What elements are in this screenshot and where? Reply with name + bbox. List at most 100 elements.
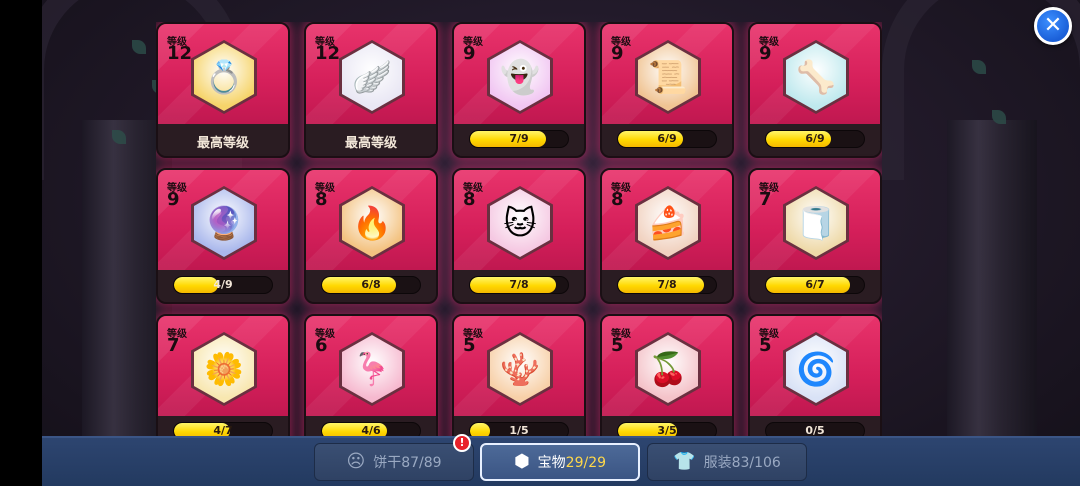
progress-text: 6/8 <box>361 278 381 291</box>
card-header: 等级 5 🌀 <box>750 316 880 416</box>
treasure-card[interactable]: 等级 7 🌼 4/7 <box>156 314 290 436</box>
level-number: 12 <box>167 43 193 64</box>
tab-name: 服装 <box>703 455 732 471</box>
max-level-text: 最高等级 <box>344 136 397 151</box>
card-footer: 6/9 <box>602 124 732 156</box>
tab-label: 饼干87/89 <box>373 452 441 472</box>
treasure-card[interactable]: 等级 12 💍 最高等级 <box>156 22 290 158</box>
treasure-frame: 🍒 <box>635 332 701 406</box>
card-footer: 7/8 <box>454 270 584 302</box>
upgrade-progress-bar: 7/8 <box>617 276 717 294</box>
upgrade-progress-bar: 4/7 <box>173 422 273 436</box>
mummy-treasure-icon: 🧻 <box>786 189 846 257</box>
treasure-card[interactable]: 等级 7 🧻 6/7 <box>748 168 882 304</box>
treasure-frame: 🧻 <box>783 186 849 260</box>
level-number: 9 <box>463 43 476 64</box>
card-header: 等级 6 🦩 <box>306 316 436 416</box>
berry-bouquet-treasure-icon: 🍒 <box>638 335 698 403</box>
cat-balloon-treasure-icon: 🐱 <box>490 189 550 257</box>
progress-text: 4/6 <box>361 424 381 436</box>
treasure-frame: 💍 <box>191 40 257 114</box>
level-number: 6 <box>315 335 328 356</box>
card-header: 等级 8 🔥 <box>306 170 436 270</box>
card-footer: 7/9 <box>454 124 584 156</box>
vine-leaf <box>972 60 986 74</box>
level-number: 9 <box>167 189 180 210</box>
progress-text: 7/8 <box>509 278 529 291</box>
treasure-card[interactable]: 等级 8 🍰 7/8 <box>600 168 734 304</box>
shirt-icon: 👕 <box>673 451 696 472</box>
tab-name: 宝物 <box>537 455 566 471</box>
treasure-frame: 📜 <box>635 40 701 114</box>
card-header: 等级 5 🍒 <box>602 316 732 416</box>
card-footer: 3/5 <box>602 416 732 436</box>
silver-wing-treasure-icon: 🪽 <box>342 43 402 111</box>
card-footer: 6/9 <box>750 124 880 156</box>
level-number: 8 <box>611 189 624 210</box>
treasure-frame: 🪸 <box>487 332 553 406</box>
card-footer: 4/9 <box>158 270 288 302</box>
bottom-tab-bar: ☹ 饼干87/89! ⬢ 宝物29/29 👕 服装83/106 <box>42 434 1080 486</box>
tab-costumes[interactable]: 👕 服装83/106 <box>647 443 807 481</box>
card-footer: 0/5 <box>750 416 880 436</box>
card-footer: 最高等级 <box>158 124 288 156</box>
vine-leaf <box>112 130 126 144</box>
treasure-frame: 🔮 <box>191 186 257 260</box>
treasure-card[interactable]: 等级 9 📜 6/9 <box>600 22 734 158</box>
close-icon: ✕ <box>1043 13 1063 38</box>
stone-pillar <box>947 120 1037 450</box>
treasure-frame: 🌀 <box>783 332 849 406</box>
level-number: 7 <box>759 189 772 210</box>
upgrade-progress-bar: 3/5 <box>617 422 717 436</box>
upgrade-progress-bar: 6/7 <box>765 276 865 294</box>
treasure-card[interactable]: 等级 12 🪽 最高等级 <box>304 22 438 158</box>
blue-orb-treasure-icon: 🔮 <box>194 189 254 257</box>
upgrade-progress-bar: 6/9 <box>617 130 717 148</box>
treasure-card[interactable]: 等级 8 🐱 7/8 <box>452 168 586 304</box>
treasure-card[interactable]: 等级 9 🦴 6/9 <box>748 22 882 158</box>
close-button[interactable]: ✕ <box>1034 7 1072 45</box>
scroll-treasure-icon: 📜 <box>638 43 698 111</box>
treasure-frame: 👻 <box>487 40 553 114</box>
progress-text: 4/9 <box>213 278 233 291</box>
card-footer: 最高等级 <box>306 124 436 156</box>
progress-text: 0/5 <box>805 424 825 436</box>
progress-text: 4/7 <box>213 424 233 436</box>
upgrade-progress-bar: 4/6 <box>321 422 421 436</box>
card-header: 等级 12 💍 <box>158 24 288 124</box>
progress-text: 7/8 <box>657 278 677 291</box>
tab-count: 87/89 <box>401 455 442 471</box>
card-footer: 4/6 <box>306 416 436 436</box>
upgrade-progress-bar: 7/9 <box>469 130 569 148</box>
flamingo-treasure-icon: 🦩 <box>342 335 402 403</box>
level-number: 5 <box>759 335 772 356</box>
treasure-grid: 等级 12 💍 最高等级 等级 12 🪽 最高等级 等级 9 👻 7/9 等级 9 📜 6/9 等级 9 🦴 6/9 等… <box>156 22 882 436</box>
upgrade-progress-bar: 1/5 <box>469 422 569 436</box>
treasure-card[interactable]: 等级 5 🌀 0/5 <box>748 314 882 436</box>
tab-treasures[interactable]: ⬢ 宝物29/29 <box>480 443 640 481</box>
vine-leaf <box>992 110 1006 124</box>
tab-cookies[interactable]: ☹ 饼干87/89! <box>314 434 474 481</box>
card-footer: 6/8 <box>306 270 436 302</box>
level-number: 5 <box>611 335 624 356</box>
hexagon-gem-icon: ⬢ <box>513 451 530 472</box>
treasure-card[interactable]: 等级 5 🍒 3/5 <box>600 314 734 436</box>
treasure-card[interactable]: 等级 6 🦩 4/6 <box>304 314 438 436</box>
upgrade-progress-bar: 4/9 <box>173 276 273 294</box>
progress-text: 7/9 <box>509 132 529 145</box>
treasure-card[interactable]: 等级 9 👻 7/9 <box>452 22 586 158</box>
treasure-card[interactable]: 等级 5 🪸 1/5 <box>452 314 586 436</box>
coral-treasure-icon: 🪸 <box>490 335 550 403</box>
treasure-frame: 🪽 <box>339 40 405 114</box>
level-number: 12 <box>315 43 341 64</box>
treasure-frame: 🐱 <box>487 186 553 260</box>
max-level-text: 最高等级 <box>196 136 249 151</box>
upgrade-progress-bar: 7/8 <box>469 276 569 294</box>
treasure-card[interactable]: 等级 8 🔥 6/8 <box>304 168 438 304</box>
card-header: 等级 7 🧻 <box>750 170 880 270</box>
card-header: 等级 5 🪸 <box>454 316 584 416</box>
vine-leaf <box>132 40 146 54</box>
treasure-card[interactable]: 等级 9 🔮 4/9 <box>156 168 290 304</box>
swirl-mask-treasure-icon: 🌀 <box>786 335 846 403</box>
level-number: 5 <box>463 335 476 356</box>
